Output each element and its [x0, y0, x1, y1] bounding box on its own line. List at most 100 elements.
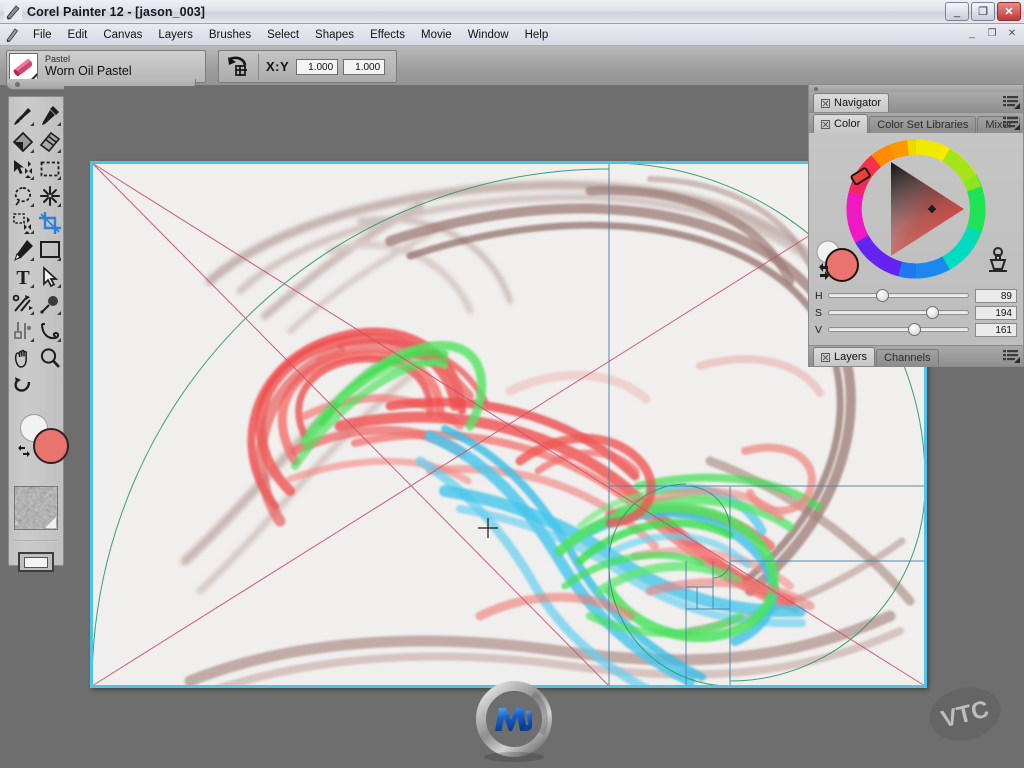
value-value[interactable]: 161 [975, 322, 1017, 337]
pen-tool[interactable] [9, 236, 36, 263]
tool-flyout-indicator [30, 257, 34, 261]
tab-navigator[interactable]: Navigator [813, 93, 890, 112]
canvas[interactable] [90, 161, 927, 688]
hue-slider-knob[interactable] [876, 289, 890, 302]
tool-flyout-indicator [30, 176, 34, 180]
color-wheel-area[interactable] [809, 133, 1023, 283]
minimize-button[interactable]: _ [945, 2, 969, 21]
menu-movie[interactable]: Movie [413, 27, 460, 43]
paint-bucket-tool[interactable] [9, 128, 36, 155]
grabber-hand-tool-icon [14, 349, 27, 368]
grabber-hand-tool[interactable] [9, 344, 36, 371]
layer-adjuster-tool[interactable] [9, 155, 36, 182]
center-watermark-logo [470, 675, 558, 763]
brush-variant-thumbnail [9, 53, 38, 80]
minimize-icon: _ [953, 5, 961, 18]
xy-ratio-label: X:Y [266, 59, 290, 74]
brush-tool[interactable] [9, 101, 36, 128]
lasso-tool[interactable] [9, 182, 36, 209]
convert-point-tool[interactable] [36, 290, 63, 317]
mdi-restore-icon: ❐ [987, 28, 997, 39]
menu-shapes[interactable]: Shapes [307, 27, 362, 43]
tab-layers[interactable]: Layers [813, 347, 876, 366]
paper-texture-swatch[interactable] [14, 486, 58, 530]
menu-effects[interactable]: Effects [362, 27, 413, 43]
document-icon [4, 27, 20, 43]
menu-select-label: Select [267, 28, 300, 41]
svg-text:T: T [16, 267, 30, 288]
screen-mode-button[interactable] [18, 552, 54, 572]
rectangular-shape-tool[interactable] [36, 236, 63, 263]
mdi-close-icon: ✕ [1007, 28, 1017, 39]
mdi-restore-button[interactable]: ❐ [985, 27, 999, 40]
crop-tool[interactable] [36, 209, 63, 236]
rotate-page-tool[interactable] [9, 371, 36, 398]
panel-drag-handle[interactable] [808, 84, 1024, 92]
menu-brushes[interactable]: Brushes [201, 27, 259, 43]
close-panel-icon[interactable] [821, 98, 830, 108]
close-panel-icon[interactable] [821, 352, 830, 362]
tab-channels-label: Channels [884, 352, 931, 364]
application-window: Corel Painter 12 - [jason_003] _ ❐ ✕ Fil… [0, 0, 1024, 768]
tab-color-label: Color [834, 118, 861, 130]
crop-reset-icon[interactable] [225, 55, 251, 79]
hue-slider[interactable] [828, 289, 969, 302]
layers-tabrow: Layers Channels [809, 346, 1023, 366]
mdi-minimize-icon: _ [969, 28, 975, 39]
close-panel-icon[interactable] [821, 119, 830, 129]
tool-flyout-indicator [57, 257, 61, 261]
layers-panel-menu-icon[interactable] [1002, 348, 1020, 363]
eraser-tool[interactable] [36, 128, 63, 155]
window-controls: _ ❐ ✕ [945, 2, 1021, 21]
tab-channels[interactable]: Channels [876, 349, 939, 366]
saturation-slider[interactable] [828, 306, 969, 319]
restore-button[interactable]: ❐ [971, 2, 995, 21]
scissors-tool[interactable] [9, 290, 36, 317]
crop-x-ratio-input[interactable]: 1.000 [296, 58, 339, 75]
saturation-slider-knob[interactable] [926, 306, 940, 319]
shape-selection-tool[interactable] [36, 263, 63, 290]
tool-flyout-indicator [57, 203, 61, 207]
value-slider-knob[interactable] [908, 323, 922, 336]
text-tool[interactable]: T [9, 263, 36, 290]
hue-label: H [815, 289, 823, 302]
tab-color[interactable]: Color [813, 114, 869, 133]
primary-color-swatch[interactable] [33, 428, 69, 464]
menu-edit[interactable]: Edit [60, 27, 96, 43]
menu-help-label: Help [524, 28, 549, 41]
value-slider[interactable] [828, 323, 969, 336]
tool-flyout-indicator [57, 284, 61, 288]
menu-window[interactable]: Window [460, 27, 517, 43]
mdi-close-button[interactable]: ✕ [1005, 27, 1019, 40]
menu-help[interactable]: Help [517, 27, 557, 43]
hue-value[interactable]: 89 [975, 288, 1017, 303]
close-button[interactable]: ✕ [997, 2, 1021, 21]
panel-stack: Navigator Color Color Set Libraries Mixe… [808, 84, 1024, 367]
menu-layers[interactable]: Layers [150, 27, 201, 43]
rectangular-selection-tool[interactable] [36, 155, 63, 182]
shape-cutter-tool[interactable] [9, 317, 36, 344]
menu-canvas[interactable]: Canvas [95, 27, 150, 43]
mdi-minimize-button[interactable]: _ [965, 27, 979, 40]
selection-adjuster-tool[interactable] [9, 209, 36, 236]
swap-colors-icon[interactable] [17, 444, 31, 458]
hsv-row-saturation: S 194 [815, 305, 1017, 320]
saturation-value[interactable]: 194 [975, 305, 1017, 320]
toolbox-divider [14, 540, 58, 542]
shape-editor-tool[interactable] [36, 317, 63, 344]
title-bar: Corel Painter 12 - [jason_003] _ ❐ ✕ [0, 0, 1024, 24]
tab-color-set-libraries-label: Color Set Libraries [877, 119, 969, 131]
saturation-label: S [815, 306, 823, 319]
menu-file[interactable]: File [25, 27, 60, 43]
magnifier-tool[interactable] [36, 344, 63, 371]
dropper-tool[interactable] [36, 101, 63, 128]
magic-wand-tool[interactable] [36, 182, 63, 209]
navigator-panel-menu-icon[interactable] [1002, 94, 1020, 109]
tool-flyout-indicator [30, 149, 34, 153]
tab-color-set-libraries[interactable]: Color Set Libraries [869, 116, 977, 133]
color-tabrow: Color Color Set Libraries Mixer [809, 113, 1023, 133]
menu-select[interactable]: Select [259, 27, 307, 43]
crop-y-ratio-input[interactable]: 1.000 [343, 58, 386, 75]
restore-icon: ❐ [978, 6, 988, 18]
color-panel-menu-icon[interactable] [1002, 115, 1020, 130]
